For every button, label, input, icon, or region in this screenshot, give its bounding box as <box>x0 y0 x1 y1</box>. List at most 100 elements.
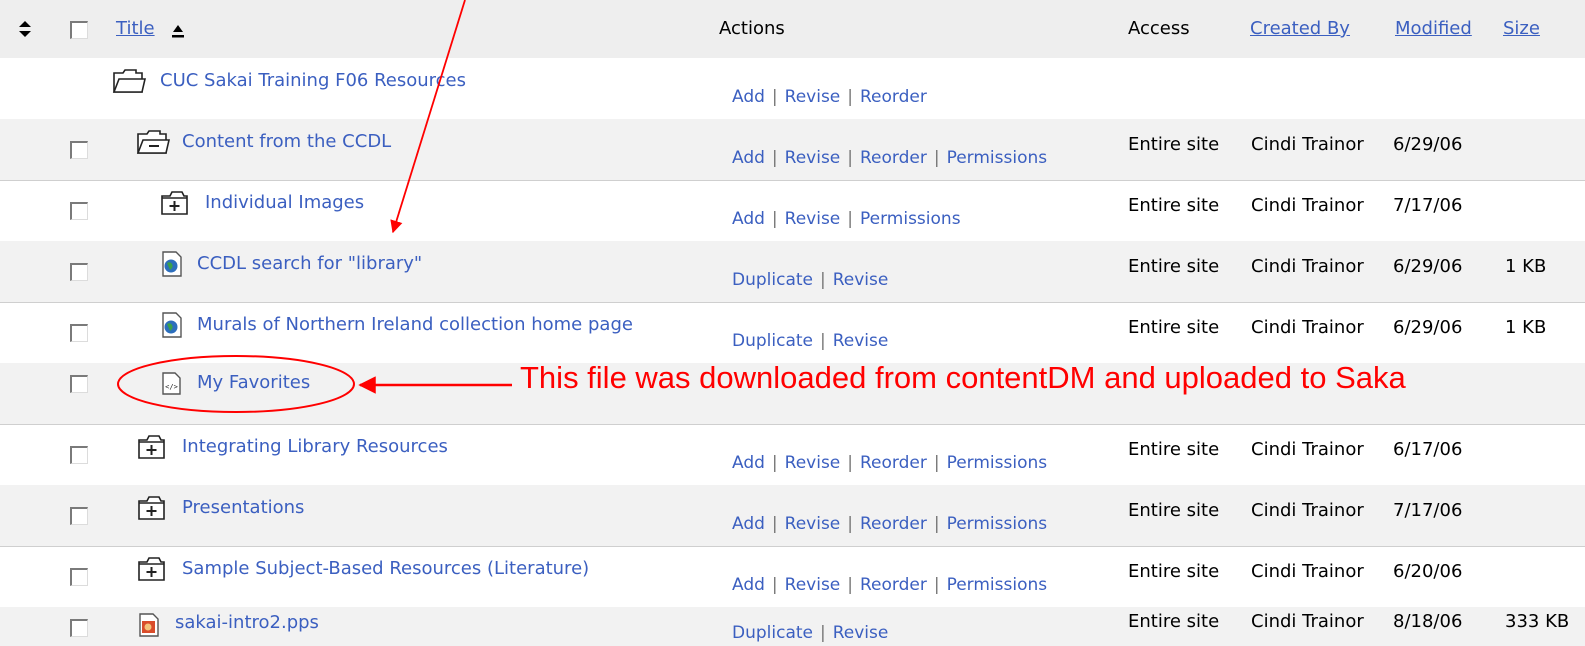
row-checkbox[interactable] <box>70 202 88 220</box>
html-file-icon[interactable]: </> <box>161 371 183 397</box>
web-link-icon[interactable] <box>160 251 184 277</box>
updown-arrows-icon[interactable] <box>18 20 32 38</box>
row-actions: Add | Revise | Reorder | Permissions <box>732 148 1048 168</box>
access-value: Entire site <box>1128 256 1220 277</box>
folder-open-icon[interactable] <box>112 68 146 94</box>
created-by-value: Cindi Trainor <box>1251 134 1364 155</box>
permissions-link[interactable]: Permissions <box>947 453 1048 473</box>
folder-closed-plus-icon[interactable] <box>137 495 167 521</box>
reorder-link[interactable]: Reorder <box>860 87 927 107</box>
created-by-value: Cindi Trainor <box>1251 195 1364 216</box>
row-actions: Duplicate | Revise <box>732 270 889 290</box>
reorder-link[interactable]: Reorder <box>860 575 927 595</box>
revise-link[interactable]: Revise <box>785 453 841 473</box>
created-by-value: Cindi Trainor <box>1251 500 1364 521</box>
modified-value: 7/17/06 <box>1393 500 1463 521</box>
add-link[interactable]: Add <box>732 209 765 229</box>
reorder-link[interactable]: Reorder <box>860 514 927 534</box>
row-actions: Add | Revise | Reorder | Permissions <box>732 575 1048 595</box>
row-checkbox[interactable] <box>70 375 88 393</box>
row-actions: Duplicate | Revise <box>732 623 889 643</box>
row-title-link[interactable]: Sample Subject-Based Resources (Literatu… <box>182 558 589 579</box>
row-title-link[interactable]: Individual Images <box>205 192 364 213</box>
table-row: Sample Subject-Based Resources (Literatu… <box>0 546 1585 608</box>
size-value: 1 KB <box>1505 317 1547 338</box>
access-value: Entire site <box>1128 500 1220 521</box>
row-title-link[interactable]: Integrating Library Resources <box>182 436 448 457</box>
duplicate-link[interactable]: Duplicate <box>732 270 813 290</box>
revise-link[interactable]: Revise <box>785 575 841 595</box>
modified-column-header[interactable]: Modified <box>1395 18 1472 39</box>
modified-value: 6/20/06 <box>1393 561 1463 582</box>
add-link[interactable]: Add <box>732 575 765 595</box>
duplicate-link[interactable]: Duplicate <box>732 623 813 643</box>
table-row: CCDL search for "library" Duplicate | Revi… <box>0 241 1585 303</box>
add-link[interactable]: Add <box>732 453 765 473</box>
revise-link[interactable]: Revise <box>785 209 841 229</box>
permissions-link[interactable]: Permissions <box>860 209 961 229</box>
revise-link[interactable]: Revise <box>833 331 889 351</box>
folder-closed-plus-icon[interactable] <box>137 434 167 460</box>
web-link-icon[interactable] <box>160 312 184 338</box>
table-row: Content from the CCDL Add | Revise | Reorder… <box>0 119 1585 181</box>
permissions-link[interactable]: Permissions <box>947 148 1048 168</box>
row-title-link[interactable]: CUC Sakai Training F06 Resources <box>160 70 466 91</box>
row-checkbox[interactable] <box>70 446 88 464</box>
revise-link[interactable]: Revise <box>785 87 841 107</box>
title-column-header[interactable]: Title <box>116 18 155 39</box>
reorder-link[interactable]: Reorder <box>860 148 927 168</box>
created-by-value: Cindi Trainor <box>1251 256 1364 277</box>
row-title-link[interactable]: My Favorites <box>197 372 310 393</box>
row-checkbox[interactable] <box>70 507 88 525</box>
access-value: Entire site <box>1128 317 1220 338</box>
created-by-column-header[interactable]: Created By <box>1250 18 1350 39</box>
revise-link[interactable]: Revise <box>785 514 841 534</box>
modified-value: 6/29/06 <box>1393 317 1463 338</box>
row-actions: Add | Revise | Permissions <box>732 209 961 229</box>
row-title-link[interactable]: sakai-intro2.pps <box>175 612 319 633</box>
created-by-value: Cindi Trainor <box>1251 317 1364 338</box>
created-by-value: Cindi Trainor <box>1251 439 1364 460</box>
add-link[interactable]: Add <box>732 87 765 107</box>
row-checkbox[interactable] <box>70 263 88 281</box>
permissions-link[interactable]: Permissions <box>947 514 1048 534</box>
row-checkbox[interactable] <box>70 141 88 159</box>
access-value: Entire site <box>1128 195 1220 216</box>
access-column-header: Access <box>1128 18 1190 39</box>
size-value: 333 KB <box>1505 611 1570 632</box>
access-value: Entire site <box>1128 611 1220 632</box>
row-actions: Add | Revise | Reorder | Permissions <box>732 514 1048 534</box>
modified-value: 6/29/06 <box>1393 134 1463 155</box>
size-column-header[interactable]: Size <box>1503 18 1540 39</box>
row-checkbox[interactable] <box>70 568 88 586</box>
row-title-link[interactable]: Murals of Northern Ireland collection ho… <box>197 314 633 335</box>
modified-value: 7/17/06 <box>1393 195 1463 216</box>
folder-open-minus-icon[interactable] <box>136 129 170 155</box>
table-row: Integrating Library Resources Add | Revise… <box>0 424 1585 486</box>
powerpoint-file-icon[interactable] <box>137 613 161 637</box>
table-row: Individual Images Add | Revise | Permissions… <box>0 180 1585 242</box>
row-checkbox[interactable] <box>70 619 88 637</box>
folder-closed-plus-icon[interactable] <box>137 556 167 582</box>
access-value: Entire site <box>1128 561 1220 582</box>
select-all-checkbox[interactable] <box>70 21 88 39</box>
revise-link[interactable]: Revise <box>833 623 889 643</box>
row-checkbox[interactable] <box>70 324 88 342</box>
revise-link[interactable]: Revise <box>833 270 889 290</box>
modified-value: 6/29/06 <box>1393 256 1463 277</box>
row-title-link[interactable]: Presentations <box>182 497 304 518</box>
sort-ascending-icon[interactable] <box>170 23 186 39</box>
revise-link[interactable]: Revise <box>785 148 841 168</box>
folder-closed-plus-icon[interactable] <box>160 190 190 216</box>
permissions-link[interactable]: Permissions <box>947 575 1048 595</box>
reorder-link[interactable]: Reorder <box>860 453 927 473</box>
duplicate-link[interactable]: Duplicate <box>732 331 813 351</box>
table-row: sakai-intro2.pps Duplicate | Revise Entire… <box>0 607 1585 646</box>
annotation-text: This file was downloaded from contentDM … <box>520 360 1406 395</box>
add-link[interactable]: Add <box>732 514 765 534</box>
table-row: Presentations Add | Revise | Reorder | Permiss… <box>0 485 1585 547</box>
add-link[interactable]: Add <box>732 148 765 168</box>
row-title-link[interactable]: CCDL search for "library" <box>197 253 422 274</box>
row-title-link[interactable]: Content from the CCDL <box>182 131 391 152</box>
actions-column-header: Actions <box>719 18 785 39</box>
